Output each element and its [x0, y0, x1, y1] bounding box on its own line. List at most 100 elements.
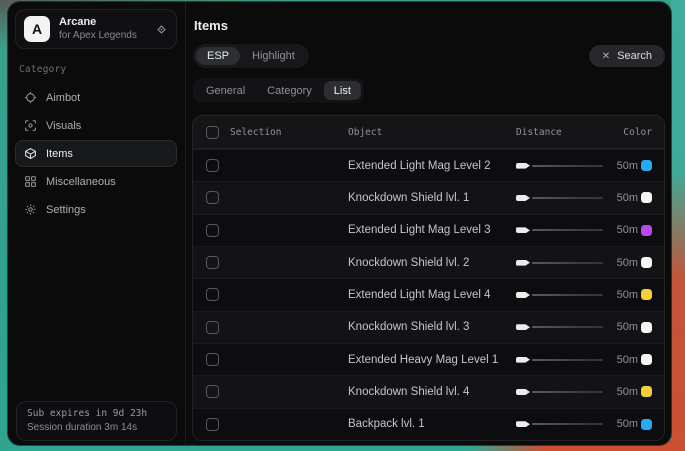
slider-track — [532, 197, 603, 199]
slider-track — [532, 391, 603, 393]
gear-icon — [24, 203, 37, 216]
slider-thumb[interactable] — [516, 227, 530, 233]
sidebar-item-label: Items — [46, 148, 73, 160]
color-swatch[interactable] — [641, 160, 652, 171]
session-card: Sub expires in 9d 23h Session duration 3… — [16, 401, 177, 441]
select-all-checkbox[interactable] — [206, 126, 219, 139]
row-checkbox[interactable] — [206, 159, 219, 172]
items-table: Selection Object Distance Color Extended… — [192, 115, 665, 441]
slider-track — [532, 326, 603, 328]
sidebar-item-visuals[interactable]: Visuals — [15, 112, 177, 139]
distance-value: 50m — [612, 192, 638, 204]
distance-value: 50m — [612, 354, 638, 366]
sidebar-item-label: Aimbot — [46, 92, 80, 104]
slider-track — [532, 294, 603, 296]
row-checkbox[interactable] — [206, 418, 219, 431]
app-title: Arcane — [59, 16, 146, 30]
slider-track — [532, 165, 603, 167]
slider-thumb[interactable] — [516, 421, 530, 427]
table-row: Extended Light Mag Level 2 50m — [193, 149, 664, 181]
table-row: Extended Heavy Mag Level 1 50m — [193, 343, 664, 375]
scan-eye-icon — [24, 119, 37, 132]
distance-slider[interactable] — [516, 227, 603, 233]
column-header-selection: Selection — [220, 127, 348, 138]
row-checkbox[interactable] — [206, 385, 219, 398]
color-swatch[interactable] — [641, 192, 652, 203]
tab-highlight[interactable]: Highlight — [241, 47, 306, 65]
color-swatch[interactable] — [641, 354, 652, 365]
distance-value: 50m — [612, 386, 638, 398]
slider-thumb[interactable] — [516, 260, 530, 266]
row-checkbox[interactable] — [206, 353, 219, 366]
background-accent — [671, 0, 685, 451]
mode-tabs: ESP Highlight — [193, 44, 309, 68]
color-swatch[interactable] — [641, 225, 652, 236]
tab-category[interactable]: Category — [257, 81, 322, 100]
grid-icon — [24, 175, 37, 188]
tab-general[interactable]: General — [196, 81, 255, 100]
sidebar: A Arcane for Apex Legends Category Aimbo… — [8, 2, 186, 445]
sidebar-item-settings[interactable]: Settings — [15, 196, 177, 223]
sidebar-item-label: Visuals — [46, 120, 81, 132]
distance-slider[interactable] — [516, 389, 603, 395]
distance-value: 50m — [612, 289, 638, 301]
object-label: Knockdown Shield lvl. 2 — [348, 257, 516, 269]
distance-slider[interactable] — [516, 195, 603, 201]
tab-list[interactable]: List — [324, 81, 361, 100]
app-logo: A — [24, 16, 50, 42]
app-subtitle: for Apex Legends — [59, 30, 146, 43]
column-header-distance: Distance — [516, 127, 608, 138]
distance-value: 50m — [612, 160, 638, 172]
distance-slider[interactable] — [516, 421, 603, 427]
distance-value: 50m — [612, 418, 638, 430]
slider-thumb[interactable] — [516, 195, 530, 201]
view-tabs: General Category List — [193, 78, 364, 103]
table-row: Knockdown Shield lvl. 4 50m — [193, 375, 664, 407]
row-checkbox[interactable] — [206, 321, 219, 334]
page-title: Items — [194, 18, 665, 33]
row-checkbox[interactable] — [206, 288, 219, 301]
slider-track — [532, 262, 603, 264]
sidebar-item-aimbot[interactable]: Aimbot — [15, 84, 177, 111]
table-row: Extended Light Mag Level 4 50m — [193, 278, 664, 310]
distance-value: 50m — [612, 321, 638, 333]
row-checkbox[interactable] — [206, 224, 219, 237]
tab-esp[interactable]: ESP — [196, 47, 240, 65]
row-checkbox[interactable] — [206, 256, 219, 269]
app-window: A Arcane for Apex Legends Category Aimbo… — [8, 2, 671, 445]
color-swatch[interactable] — [641, 386, 652, 397]
distance-slider[interactable] — [516, 163, 603, 169]
sub-expires-text: Sub expires in 9d 23h — [27, 408, 166, 419]
table-row: Knockdown Shield lvl. 2 50m — [193, 246, 664, 278]
crosshair-icon — [24, 91, 37, 104]
main-panel: Items ESP Highlight ✕ Search General Cat… — [186, 2, 671, 445]
object-label: Extended Light Mag Level 3 — [348, 224, 516, 236]
object-label: Knockdown Shield lvl. 1 — [348, 192, 516, 204]
slider-thumb[interactable] — [516, 389, 530, 395]
object-label: Extended Light Mag Level 4 — [348, 289, 516, 301]
slider-track — [532, 229, 603, 231]
row-checkbox[interactable] — [206, 191, 219, 204]
pin-icon[interactable] — [155, 23, 168, 36]
sidebar-item-items[interactable]: Items — [15, 140, 177, 167]
distance-slider[interactable] — [516, 260, 603, 266]
distance-slider[interactable] — [516, 357, 603, 363]
search-button[interactable]: ✕ Search — [589, 45, 665, 67]
slider-thumb[interactable] — [516, 292, 530, 298]
slider-thumb[interactable] — [516, 357, 530, 363]
color-swatch[interactable] — [641, 419, 652, 430]
sidebar-item-miscellaneous[interactable]: Miscellaneous — [15, 168, 177, 195]
slider-thumb[interactable] — [516, 324, 530, 330]
color-swatch[interactable] — [641, 322, 652, 333]
object-label: Extended Heavy Mag Level 1 — [348, 354, 516, 366]
color-swatch[interactable] — [641, 257, 652, 268]
distance-slider[interactable] — [516, 324, 603, 330]
distance-value: 50m — [612, 224, 638, 236]
slider-thumb[interactable] — [516, 163, 530, 169]
distance-slider[interactable] — [516, 292, 603, 298]
table-header: Selection Object Distance Color — [193, 116, 664, 149]
color-swatch[interactable] — [641, 289, 652, 300]
object-label: Knockdown Shield lvl. 4 — [348, 386, 516, 398]
table-row: Extended Light Mag Level 3 50m — [193, 214, 664, 246]
slider-track — [532, 359, 603, 361]
